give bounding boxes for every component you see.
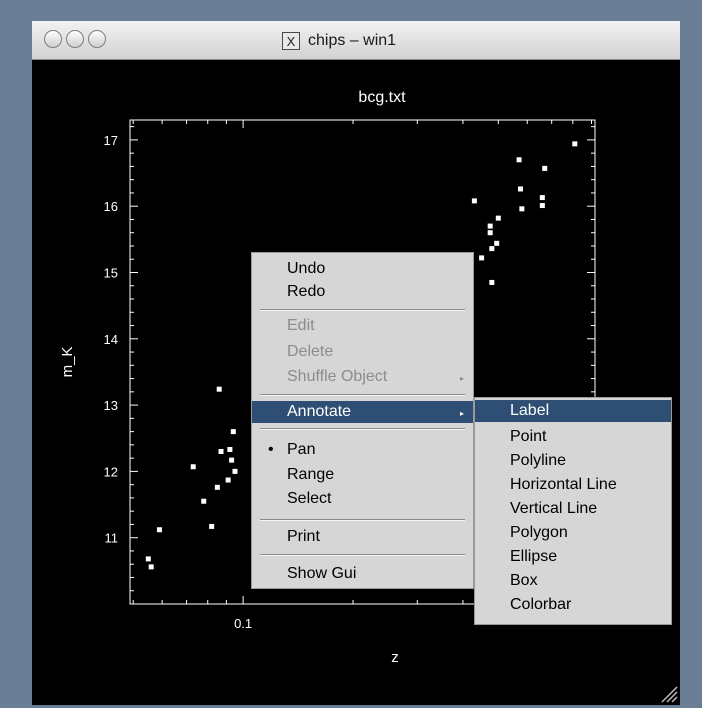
data-point xyxy=(229,457,235,463)
menu-separator xyxy=(260,519,465,521)
menu-item-range[interactable]: Range xyxy=(252,464,473,486)
data-point xyxy=(230,429,236,435)
data-point xyxy=(489,279,495,285)
close-button[interactable] xyxy=(44,30,62,48)
menu-item-delete[interactable]: Delete xyxy=(252,341,473,363)
data-point xyxy=(225,477,231,483)
data-point xyxy=(471,198,477,204)
menu-item-annotate-label: Annotate xyxy=(287,403,352,420)
x-axis-label: z xyxy=(391,649,399,666)
data-point xyxy=(216,386,222,392)
y-axis-label: m_K xyxy=(59,347,76,378)
context-menu: Undo Redo Edit Delete Shuffle Object ▸ A… xyxy=(251,252,474,589)
data-point xyxy=(487,230,493,236)
menu-separator xyxy=(260,554,465,556)
data-point xyxy=(214,484,220,490)
submenu-item-box[interactable]: Box xyxy=(475,570,671,592)
y-tick-label: 16 xyxy=(104,199,118,214)
y-tick-label: 17 xyxy=(104,133,118,148)
y-tick-label: 14 xyxy=(104,332,118,347)
menu-separator xyxy=(260,394,465,396)
submenu-item-horizontal-line[interactable]: Horizontal Line xyxy=(475,474,671,496)
submenu-arrow-icon: ▸ xyxy=(460,374,465,383)
data-point xyxy=(145,556,151,562)
menu-item-undo[interactable]: Undo xyxy=(252,258,473,280)
annotate-submenu: Label Point Polyline Horizontal Line Ver… xyxy=(474,397,672,625)
menu-item-edit[interactable]: Edit xyxy=(252,315,473,337)
resize-grip-icon[interactable] xyxy=(656,683,678,703)
title-bar[interactable]: X chips – win1 xyxy=(32,21,680,60)
submenu-item-vertical-line[interactable]: Vertical Line xyxy=(475,498,671,520)
menu-item-select[interactable]: Select xyxy=(252,488,473,510)
data-point xyxy=(218,449,224,455)
data-point xyxy=(542,165,548,171)
data-point xyxy=(190,464,196,470)
data-point xyxy=(156,527,162,533)
menu-item-show-gui[interactable]: Show Gui xyxy=(252,563,473,585)
submenu-item-polygon[interactable]: Polygon xyxy=(475,522,671,544)
data-point xyxy=(519,206,525,212)
data-point xyxy=(539,195,545,201)
x-tick-label: 0.1 xyxy=(234,616,252,631)
x11-icon: X xyxy=(282,32,300,50)
menu-item-annotate[interactable]: Annotate xyxy=(252,401,473,423)
data-point xyxy=(479,255,485,261)
data-point xyxy=(539,203,545,209)
data-point xyxy=(572,141,578,147)
submenu-item-point[interactable]: Point xyxy=(475,426,671,448)
data-point xyxy=(148,564,154,570)
data-point xyxy=(232,468,238,474)
menu-separator xyxy=(260,309,465,311)
data-point xyxy=(201,498,207,504)
data-point xyxy=(227,447,233,453)
data-point xyxy=(487,223,493,229)
data-point xyxy=(495,215,501,221)
menu-item-pan[interactable]: Pan xyxy=(252,439,473,461)
data-point xyxy=(517,186,523,192)
zoom-button[interactable] xyxy=(88,30,106,48)
data-point xyxy=(209,523,215,529)
submenu-item-polyline[interactable]: Polyline xyxy=(475,450,671,472)
submenu-item-ellipse[interactable]: Ellipse xyxy=(475,546,671,568)
menu-item-print[interactable]: Print xyxy=(252,526,473,548)
menu-item-shuffle-object[interactable]: Shuffle Object xyxy=(252,366,473,388)
menu-item-redo[interactable]: Redo xyxy=(252,281,473,303)
menu-separator xyxy=(260,428,465,430)
y-tick-label: 13 xyxy=(104,398,118,413)
submenu-arrow-icon: ▸ xyxy=(460,409,465,418)
y-tick-label: 11 xyxy=(105,531,119,546)
data-point xyxy=(516,157,522,163)
submenu-item-colorbar[interactable]: Colorbar xyxy=(475,594,671,616)
data-point xyxy=(494,240,500,246)
minimize-button[interactable] xyxy=(66,30,84,48)
chart-title: bcg.txt xyxy=(358,89,406,106)
y-tick-label: 15 xyxy=(104,265,118,280)
data-point xyxy=(489,246,495,252)
submenu-item-label[interactable]: Label xyxy=(475,400,671,422)
y-tick-label: 12 xyxy=(104,464,118,479)
window-title: chips – win1 xyxy=(308,32,397,49)
